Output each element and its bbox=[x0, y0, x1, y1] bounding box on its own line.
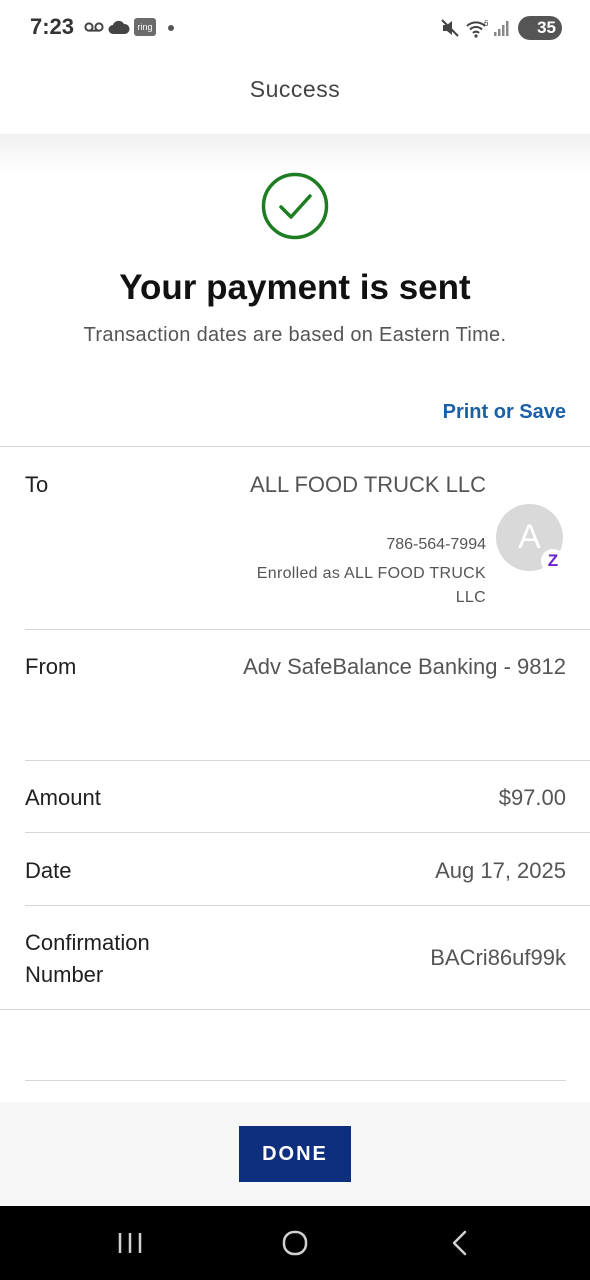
amount-label: Amount bbox=[25, 785, 101, 810]
from-label: From bbox=[25, 654, 77, 679]
done-button[interactable]: DONE bbox=[239, 1126, 351, 1182]
ring-app-icon: ring bbox=[134, 18, 156, 36]
back-icon bbox=[452, 1230, 467, 1256]
status-time: 7:23 bbox=[30, 14, 75, 39]
system-nav-bar bbox=[0, 1206, 590, 1280]
signal-icon bbox=[494, 21, 509, 36]
home-icon bbox=[282, 1230, 308, 1256]
mute-icon bbox=[441, 19, 459, 37]
amount-value: $97.00 bbox=[498, 785, 566, 810]
dot-icon bbox=[168, 25, 174, 31]
to-label: To bbox=[25, 472, 49, 497]
header-shadow bbox=[0, 134, 590, 174]
divider bbox=[25, 629, 590, 630]
cloud-icon bbox=[108, 20, 130, 34]
battery-level: 35 bbox=[537, 18, 556, 37]
voicemail-icon bbox=[84, 22, 104, 32]
date-value: Aug 17, 2025 bbox=[435, 858, 566, 883]
recent-apps-button[interactable] bbox=[70, 1206, 190, 1280]
divider bbox=[25, 760, 590, 761]
zelle-icon: Z bbox=[541, 549, 565, 573]
recipient-enrolled-name: Enrolled as ALL FOOD TRUCK LLC bbox=[256, 565, 486, 606]
recent-apps-icon bbox=[118, 1233, 142, 1253]
from-account: Adv SafeBalance Banking - 9812 bbox=[243, 654, 566, 679]
timezone-note: Transaction dates are based on Eastern T… bbox=[83, 324, 507, 346]
confirmation-label: Confirmation Number bbox=[25, 930, 150, 987]
page-title: Success bbox=[249, 76, 341, 102]
recipient-phone: 786-564-7994 bbox=[386, 536, 486, 553]
recipient-name: ALL FOOD TRUCK LLC bbox=[250, 472, 486, 497]
back-button[interactable] bbox=[400, 1206, 520, 1280]
date-label: Date bbox=[25, 858, 72, 883]
print-or-save-link[interactable]: Print or Save bbox=[443, 401, 566, 424]
home-button[interactable] bbox=[235, 1206, 355, 1280]
divider bbox=[25, 832, 590, 833]
wifi-icon: 6 bbox=[466, 19, 489, 38]
avatar-letter: A bbox=[518, 518, 541, 556]
battery-icon: 35 bbox=[518, 16, 562, 40]
divider bbox=[0, 446, 590, 447]
success-headline: Your payment is sent bbox=[119, 268, 471, 307]
check-circle-icon bbox=[261, 172, 329, 240]
svg-text:6: 6 bbox=[484, 19, 489, 28]
divider bbox=[25, 905, 590, 906]
divider bbox=[25, 1080, 566, 1081]
divider bbox=[0, 1009, 590, 1010]
status-bar: 7:23 ring 6 35 bbox=[0, 0, 590, 56]
confirmation-number: BACri86uf99k bbox=[430, 945, 566, 970]
